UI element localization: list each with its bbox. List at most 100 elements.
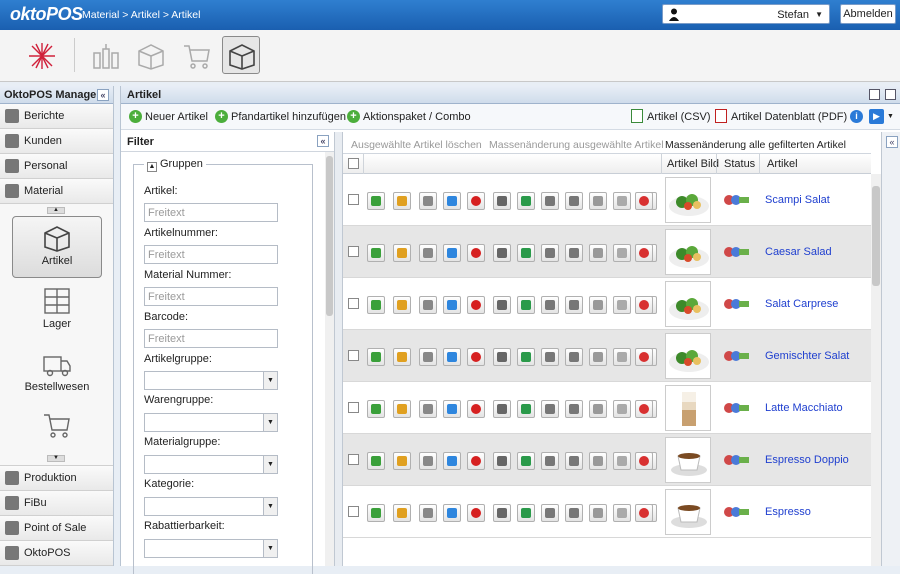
scroll-up-icon[interactable]: ▲ [47,207,65,214]
barcode-input[interactable]: Freitext [144,329,278,348]
bell-icon[interactable] [589,244,607,262]
calculator-icon[interactable] [443,400,461,418]
stop-icon[interactable] [635,452,653,470]
document-icon[interactable] [613,348,631,366]
grid-scrollbar[interactable] [871,174,881,566]
bottles-icon[interactable] [86,36,124,74]
column-header-article[interactable]: Artikel [767,158,798,170]
table-icon[interactable] [541,452,559,470]
artikel-input[interactable]: Freitext [144,203,278,222]
pencil-icon[interactable] [393,400,411,418]
bell-icon[interactable] [589,348,607,366]
materialnummer-input[interactable]: Freitext [144,287,278,306]
dollar-icon[interactable] [517,504,535,522]
calculator-icon[interactable] [443,192,461,210]
submenu-einkauf[interactable] [12,404,102,450]
rabattierbarkeit-select[interactable]: ▼ [144,539,278,558]
row-checkbox[interactable] [348,402,359,413]
truck-icon[interactable] [565,192,583,210]
pencil-icon[interactable] [393,244,411,262]
article-name-link[interactable]: Salat Carprese [765,298,838,310]
row-checkbox[interactable] [348,246,359,257]
dollar-icon[interactable] [517,452,535,470]
sidebar-item-produktion[interactable]: Produktion [0,466,113,491]
copy-icon[interactable] [419,348,437,366]
stop-icon[interactable] [635,192,653,210]
barcode-icon[interactable] [493,400,511,418]
minimize-icon[interactable] [869,89,880,100]
apple-icon[interactable] [467,296,485,314]
chevron-down-icon[interactable]: ▼ [887,113,894,120]
submenu-artikel[interactable]: Artikel [12,216,102,278]
delete-selected-button[interactable]: Ausgewählte Artikel löschen [351,139,482,151]
dollar-icon[interactable] [517,296,535,314]
sidebar-item-personal[interactable]: Personal [0,154,113,179]
arrow-right-icon[interactable] [367,244,385,262]
box-icon[interactable] [131,36,169,74]
materialgruppe-select[interactable]: ▼ [144,455,278,474]
table-row[interactable]: Espresso [343,486,871,538]
stop-icon[interactable] [635,296,653,314]
box-open-icon[interactable] [222,36,260,74]
arrow-right-icon[interactable] [367,504,385,522]
article-name-link[interactable]: Caesar Salad [765,246,832,258]
row-checkbox[interactable] [348,454,359,465]
panel-splitter[interactable] [335,132,343,566]
row-checkbox[interactable] [348,194,359,205]
article-name-link[interactable]: Espresso Doppio [765,454,849,466]
article-name-link[interactable]: Scampi Salat [765,194,830,206]
pencil-icon[interactable] [393,192,411,210]
arrow-right-icon[interactable] [367,192,385,210]
table-row[interactable]: Gemischter Salat [343,330,871,382]
row-checkbox[interactable] [348,506,359,517]
stop-icon[interactable] [635,244,653,262]
table-icon[interactable] [541,348,559,366]
sidebar-item-berichte[interactable]: Berichte [0,104,113,129]
submenu-lager[interactable]: Lager [12,280,102,342]
table-icon[interactable] [541,192,559,210]
copy-icon[interactable] [419,244,437,262]
add-deposit-button[interactable]: + Pfandartikel hinzufügen [215,110,346,123]
truck-icon[interactable] [565,296,583,314]
bell-icon[interactable] [589,400,607,418]
copy-icon[interactable] [419,296,437,314]
scrollbar-thumb[interactable] [326,156,333,316]
table-row[interactable]: Scampi Salat [343,174,871,226]
sidebar-item-oktopos[interactable]: OktoPOS [0,541,113,566]
export-csv-button[interactable]: Artikel (CSV) [631,109,711,123]
arrow-right-icon[interactable] [367,452,385,470]
document-icon[interactable] [613,452,631,470]
barcode-icon[interactable] [493,296,511,314]
barcode-icon[interactable] [493,452,511,470]
bell-icon[interactable] [589,296,607,314]
user-dropdown[interactable]: Stefan ▼ [662,4,830,24]
copy-icon[interactable] [419,192,437,210]
truck-icon[interactable] [565,348,583,366]
pencil-icon[interactable] [393,504,411,522]
stop-icon[interactable] [635,504,653,522]
row-checkbox[interactable] [348,298,359,309]
compass-icon[interactable] [22,36,60,74]
bell-icon[interactable] [589,452,607,470]
row-checkbox[interactable] [348,350,359,361]
table-row[interactable]: Espresso Doppio [343,434,871,486]
pencil-icon[interactable] [393,296,411,314]
scrollbar-thumb[interactable] [872,186,880,286]
apple-icon[interactable] [467,400,485,418]
arrow-right-icon[interactable] [367,400,385,418]
new-article-button[interactable]: + Neuer Artikel [129,110,208,123]
group-legend[interactable]: ▲ Gruppen [144,158,206,172]
pencil-icon[interactable] [393,348,411,366]
article-name-link[interactable]: Espresso [765,506,811,518]
copy-icon[interactable] [419,400,437,418]
calculator-icon[interactable] [443,504,461,522]
calculator-icon[interactable] [443,244,461,262]
sidebar-item-kunden[interactable]: Kunden [0,129,113,154]
article-name-link[interactable]: Gemischter Salat [765,350,849,362]
barcode-icon[interactable] [493,244,511,262]
arrow-right-icon[interactable] [367,296,385,314]
arrow-right-icon[interactable] [367,348,385,366]
dollar-icon[interactable] [517,192,535,210]
logout-button[interactable]: Abmelden [840,4,896,24]
copy-icon[interactable] [419,504,437,522]
